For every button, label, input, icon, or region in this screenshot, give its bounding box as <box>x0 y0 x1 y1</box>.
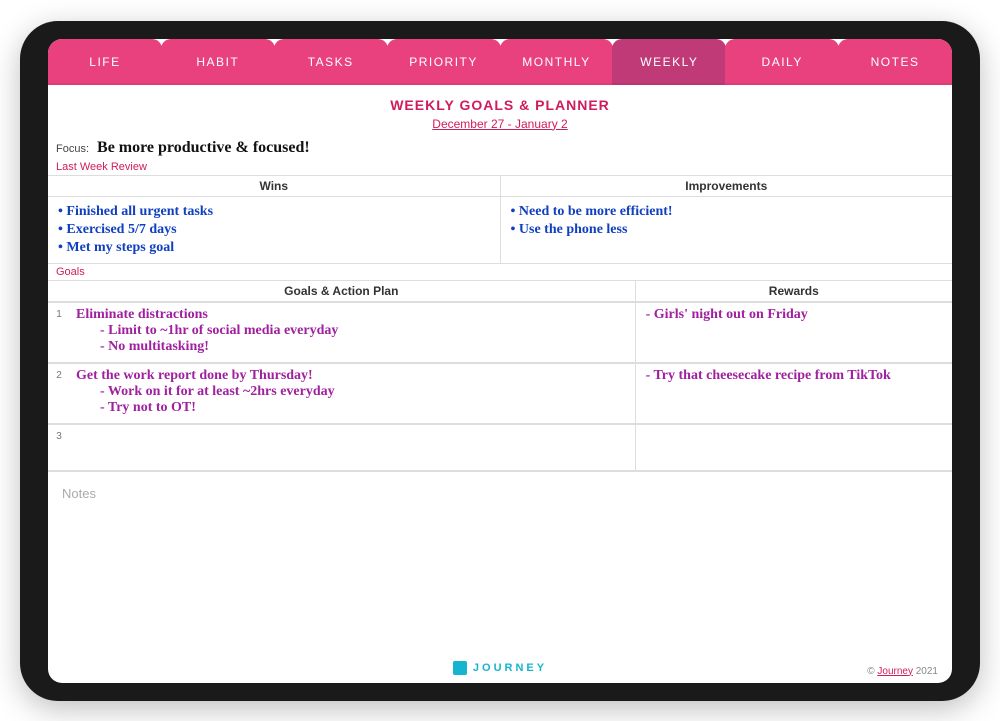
tab-life[interactable]: LIFE <box>48 39 162 85</box>
date-range-link[interactable]: December 27 - January 2 <box>48 117 952 131</box>
goal-title: Eliminate distractions <box>76 307 629 323</box>
reward-text: - Try that cheesecake recipe from TikTok <box>646 368 891 384</box>
goal-plan-cell[interactable]: Get the work report done by Thursday! - … <box>70 364 635 423</box>
goal-sub: - Try not to OT! <box>76 400 629 416</box>
goal-reward-cell[interactable]: - Girls' night out on Friday <box>636 303 818 362</box>
improvements-header: Improvements <box>501 176 953 197</box>
screen: LIFE HABIT TASKS PRIORITY MONTHLY WEEKLY… <box>48 39 952 683</box>
copyright: © Journey 2021 <box>867 666 938 677</box>
goals-section-label: Goals <box>48 264 952 281</box>
goal-number: 1 <box>48 303 70 362</box>
goal-row: 2 Get the work report done by Thursday! … <box>48 364 952 425</box>
focus-label: Focus: <box>56 143 89 155</box>
review-grid: Wins • Finished all urgent tasks • Exerc… <box>48 176 952 265</box>
goal-row: 3 <box>48 425 952 472</box>
wins-header: Wins <box>48 176 500 197</box>
copyright-year: 2021 <box>913 666 938 677</box>
footer-brand: JOURNEY <box>473 662 547 674</box>
notes-label: Notes <box>62 486 96 501</box>
goal-plan-cell[interactable] <box>70 425 635 470</box>
tab-tasks[interactable]: TASKS <box>274 39 388 85</box>
goal-number: 3 <box>48 425 70 470</box>
improvements-item: • Need to be more efficient! <box>511 203 943 221</box>
tab-habit[interactable]: HABIT <box>161 39 275 85</box>
focus-row: Focus: Be more productive & focused! <box>48 137 952 159</box>
goal-reward-cell[interactable] <box>636 425 656 470</box>
journey-logo-icon <box>453 661 467 675</box>
tab-monthly[interactable]: MONTHLY <box>500 39 614 85</box>
goals-plan-header: Goals & Action Plan <box>48 281 635 302</box>
goal-sub: - Work on it for at least ~2hrs everyday <box>76 384 629 400</box>
notes-area[interactable]: Notes <box>48 472 952 515</box>
goal-title: Get the work report done by Thursday! <box>76 368 629 384</box>
wins-column: Wins • Finished all urgent tasks • Exerc… <box>48 176 501 264</box>
goal-reward-cell[interactable]: - Try that cheesecake recipe from TikTok <box>636 364 901 423</box>
tab-notes[interactable]: NOTES <box>838 39 952 85</box>
improvements-column: Improvements • Need to be more efficient… <box>501 176 953 264</box>
wins-item: • Exercised 5/7 days <box>58 221 490 239</box>
goal-row: 1 Eliminate distractions - Limit to ~1hr… <box>48 303 952 364</box>
goals-header-row: Goals & Action Plan Rewards <box>48 281 952 303</box>
goal-sub: - No multitasking! <box>76 339 629 355</box>
tablet-frame: LIFE HABIT TASKS PRIORITY MONTHLY WEEKLY… <box>20 21 980 701</box>
goals-rewards-header: Rewards <box>636 281 952 302</box>
goal-number: 2 <box>48 364 70 423</box>
wins-body[interactable]: • Finished all urgent tasks • Exercised … <box>48 197 500 264</box>
reward-text: - Girls' night out on Friday <box>646 307 808 323</box>
goal-sub: - Limit to ~1hr of social media everyday <box>76 323 629 339</box>
tab-weekly[interactable]: WEEKLY <box>612 39 726 85</box>
review-section-label: Last Week Review <box>48 159 952 176</box>
tab-priority[interactable]: PRIORITY <box>387 39 501 85</box>
focus-value[interactable]: Be more productive & focused! <box>97 139 310 157</box>
footer: JOURNEY <box>48 653 952 683</box>
goal-plan-cell[interactable]: Eliminate distractions - Limit to ~1hr o… <box>70 303 635 362</box>
page-content: WEEKLY GOALS & PLANNER December 27 - Jan… <box>48 85 952 683</box>
top-tabs: LIFE HABIT TASKS PRIORITY MONTHLY WEEKLY… <box>48 39 952 85</box>
page-title: WEEKLY GOALS & PLANNER <box>48 97 952 113</box>
improvements-body[interactable]: • Need to be more efficient! • Use the p… <box>501 197 953 259</box>
wins-item: • Finished all urgent tasks <box>58 203 490 221</box>
improvements-item: • Use the phone less <box>511 221 943 239</box>
tab-daily[interactable]: DAILY <box>725 39 839 85</box>
wins-item: • Met my steps goal <box>58 239 490 257</box>
copyright-brand-link[interactable]: Journey <box>877 666 913 677</box>
copyright-prefix: © <box>867 666 877 677</box>
